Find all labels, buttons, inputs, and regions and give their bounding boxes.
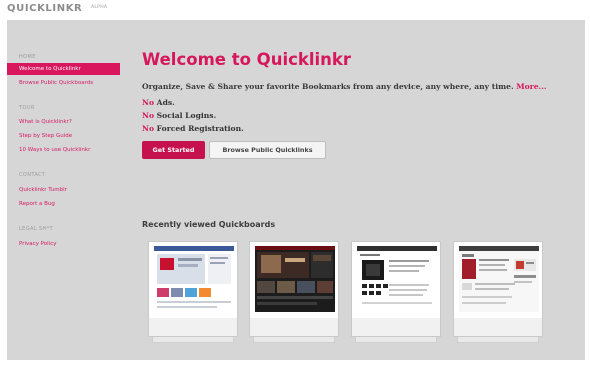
sidebar-item-step-by-step-guide[interactable]: Step by Step Guide: [19, 133, 72, 139]
sidebar-item-browse-public-quickboards[interactable]: Browse Public Quickboards: [19, 80, 93, 86]
sidebar-item-welcome[interactable]: Welcome to Quicklinkr: [7, 63, 120, 75]
sidebar: HOME Welcome to Quicklinkr Browse Public…: [7, 20, 126, 360]
get-started-button[interactable]: Get Started: [142, 141, 205, 159]
quickboard-thumbnail[interactable]: [453, 241, 543, 343]
feature-text: Social Logins.: [156, 111, 217, 120]
sidebar-section-contact: CONTACT: [19, 172, 46, 178]
tagline: Organize, Save & Share your favorite Boo…: [142, 82, 546, 91]
thumbnail-footer: [149, 318, 237, 336]
sidebar-item-label: Welcome to Quicklinkr: [19, 66, 81, 72]
sidebar-item-quicklinkr-tumblr[interactable]: Quicklinkr Tumblr: [19, 187, 67, 193]
thumbnail-footer: [454, 318, 542, 336]
sidebar-item-privacy-policy[interactable]: Privacy Policy: [19, 241, 56, 247]
webpage-preview-image: [255, 246, 335, 312]
feature-no: No: [142, 98, 155, 107]
thumbnail-card: [249, 241, 339, 337]
content-frame: HOME Welcome to Quicklinkr Browse Public…: [7, 20, 585, 360]
alpha-badge: ALPHA: [91, 5, 108, 10]
sidebar-item-what-is-quicklinkr[interactable]: What is Quicklinkr?: [19, 119, 72, 125]
browse-public-quicklinks-button[interactable]: Browse Public Quicklinks: [209, 141, 326, 159]
feature-no: No: [142, 124, 155, 133]
more-link[interactable]: More...: [516, 82, 546, 91]
page-title: Welcome to Quicklinkr: [142, 50, 352, 69]
sidebar-item-report-a-bug[interactable]: Report a Bug: [19, 201, 55, 207]
sidebar-section-tour: TOUR: [19, 105, 35, 111]
feature-no-social-logins: No Social Logins.: [142, 111, 216, 120]
thumbnail-footer: [352, 318, 440, 336]
thumbnail-footer: [250, 318, 338, 336]
thumbnail-preview: [255, 246, 335, 312]
sidebar-section-legal: LEGAL SH*T: [19, 226, 54, 232]
quickboard-thumbnail[interactable]: [351, 241, 441, 343]
feature-text: Forced Registration.: [156, 124, 244, 133]
thumbnail-card: [351, 241, 441, 337]
thumbnail-preview: [357, 246, 437, 312]
sidebar-section-home: HOME: [19, 54, 36, 60]
recently-viewed-heading: Recently viewed Quickboards: [142, 220, 276, 229]
app-logo[interactable]: QUICKLINKR: [7, 3, 82, 14]
quickboard-thumbnail[interactable]: [148, 241, 238, 343]
webpage-preview-image: [357, 246, 437, 312]
thumbnail-card: [453, 241, 543, 337]
webpage-preview-image: [459, 246, 539, 312]
feature-text: Ads.: [156, 98, 175, 107]
top-bar: QUICKLINKR ALPHA: [0, 0, 590, 20]
feature-no-ads: No Ads.: [142, 98, 175, 107]
thumbnail-preview: [154, 246, 234, 312]
feature-no-forced-registration: No Forced Registration.: [142, 124, 244, 133]
webpage-preview-image: [154, 246, 234, 312]
thumbnail-card: [148, 241, 238, 337]
feature-no: No: [142, 111, 155, 120]
sidebar-item-10-ways[interactable]: 10 Ways to use Quicklinkr: [19, 147, 90, 153]
quickboard-thumbnail[interactable]: [249, 241, 339, 343]
tagline-text: Organize, Save & Share your favorite Boo…: [142, 82, 514, 91]
thumbnail-preview: [459, 246, 539, 312]
